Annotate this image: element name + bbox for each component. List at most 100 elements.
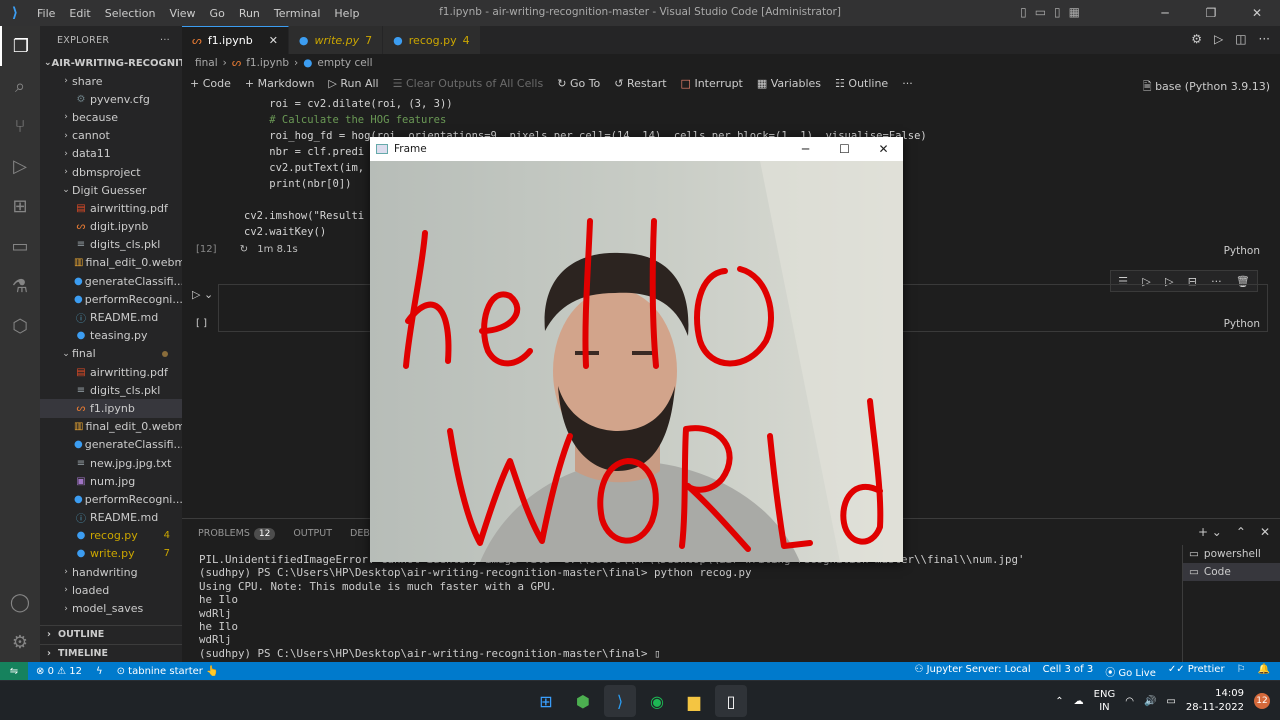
- tree-folder[interactable]: › cannot: [40, 127, 182, 145]
- run-icon[interactable]: ▷: [1214, 32, 1223, 46]
- terminal-instance[interactable]: ▭ powershell: [1183, 545, 1280, 563]
- menu-go[interactable]: Go: [203, 7, 232, 20]
- tree-file[interactable]: ● recog.py 4: [40, 527, 182, 545]
- breadcrumb-folder[interactable]: final: [195, 57, 218, 69]
- tree-file[interactable]: ⚙ pyvenv.cfg: [40, 90, 182, 108]
- tree-folder[interactable]: › dbmsproject: [40, 163, 182, 181]
- menu-run[interactable]: Run: [232, 7, 267, 20]
- add-markdown-button[interactable]: + Markdown: [245, 77, 315, 90]
- settings-gear-icon[interactable]: ⚙: [0, 622, 40, 662]
- tree-file[interactable]: ● generateClassifi...: [40, 436, 182, 454]
- tree-folder[interactable]: › loaded: [40, 581, 182, 599]
- volume-icon[interactable]: 🔊: [1144, 696, 1156, 707]
- add-code-button[interactable]: + Code: [190, 77, 231, 90]
- windows-start-icon[interactable]: ⊞: [530, 685, 562, 717]
- toolbar-more-button[interactable]: ···: [902, 77, 913, 90]
- tree-file[interactable]: ▣ num.jpg: [40, 472, 182, 490]
- tree-folder[interactable]: › because: [40, 108, 182, 126]
- run-debug-icon[interactable]: ▷: [0, 146, 40, 186]
- close-button[interactable]: ✕: [1234, 0, 1280, 26]
- tree-folder[interactable]: › share: [40, 72, 182, 90]
- clear-outputs-button[interactable]: ☰ Clear Outputs of All Cells: [393, 77, 544, 90]
- menu-help[interactable]: Help: [327, 7, 366, 20]
- jupyter-icon[interactable]: ⬡: [0, 306, 40, 346]
- tree-folder[interactable]: › model_saves: [40, 599, 182, 617]
- cell-language-label[interactable]: Python: [1224, 245, 1260, 257]
- outline-button[interactable]: ☷ Outline: [835, 77, 888, 90]
- close-tab-icon[interactable]: ✕: [269, 34, 278, 47]
- cloud-icon[interactable]: ☁: [1074, 696, 1084, 707]
- customize-layout-icon[interactable]: ▦: [1069, 5, 1080, 19]
- variables-button[interactable]: ▦ Variables: [757, 77, 821, 90]
- maximize-panel-icon[interactable]: ⌃: [1236, 525, 1246, 539]
- frame-minimize-button[interactable]: ─: [786, 137, 825, 161]
- toggle-panel-icon[interactable]: ▭: [1035, 5, 1046, 19]
- tab-write-py[interactable]: ● write.py 7: [288, 26, 384, 54]
- tree-file[interactable]: ● performRecogni...: [40, 290, 182, 308]
- problems-tab[interactable]: PROBLEMS 12: [198, 527, 276, 540]
- run-all-button[interactable]: ▷ Run All: [328, 77, 378, 90]
- remote-icon[interactable]: ⇋: [0, 662, 28, 680]
- breadcrumb-cell[interactable]: empty cell: [317, 57, 372, 69]
- timeline-section[interactable]: › TIMELINE: [40, 644, 182, 662]
- tree-file[interactable]: ● performRecogni...: [40, 490, 182, 508]
- bell-icon[interactable]: 🔔: [1258, 664, 1270, 679]
- account-icon[interactable]: ◯: [0, 582, 40, 622]
- tabnine-status[interactable]: ⊙ tabnine starter 👆: [117, 666, 219, 677]
- tree-file[interactable]: ⓘ README.md: [40, 308, 182, 326]
- tree-file[interactable]: ▥ final_edit_0.webm: [40, 254, 182, 272]
- toggle-secondary-sidebar-icon[interactable]: ▯: [1054, 5, 1061, 19]
- tree-file[interactable]: ▥ final_edit_0.webm: [40, 418, 182, 436]
- prettier-status[interactable]: ✓✓ Prettier: [1168, 664, 1225, 679]
- tree-file[interactable]: ≡ digits_cls.pkl: [40, 236, 182, 254]
- lightning-icon[interactable]: ϟ: [96, 666, 103, 677]
- wifi-icon[interactable]: ◠: [1125, 696, 1134, 707]
- search-icon[interactable]: ⌕: [0, 66, 40, 106]
- toggle-sidebar-icon[interactable]: ▯: [1020, 5, 1027, 19]
- menu-terminal[interactable]: Terminal: [267, 7, 328, 20]
- file-explorer-icon[interactable]: ▆: [678, 685, 710, 717]
- run-cell-button[interactable]: ▷ ⌄: [192, 288, 213, 301]
- restart-button[interactable]: ↺ Restart: [614, 77, 666, 90]
- project-root[interactable]: ⌄ AIR-WRITING-RECOGNITI...: [40, 54, 182, 72]
- notification-badge[interactable]: 12: [1254, 693, 1270, 709]
- tree-file[interactable]: ≡ digits_cls.pkl: [40, 381, 182, 399]
- tree-folder[interactable]: ⌄ final: [40, 345, 182, 363]
- outline-section[interactable]: › OUTLINE: [40, 625, 182, 643]
- terminal-instance[interactable]: ▭ Code: [1183, 563, 1280, 581]
- tree-folder[interactable]: ⌄ Digit Guesser: [40, 181, 182, 199]
- frame-title-bar[interactable]: Frame ─ ☐ ✕: [370, 137, 903, 161]
- feedback-icon[interactable]: ⚐: [1237, 664, 1246, 679]
- language-indicator[interactable]: ENG IN: [1094, 688, 1116, 714]
- tree-file[interactable]: ⓘ README.md: [40, 509, 182, 527]
- source-control-icon[interactable]: ⑂: [0, 106, 40, 146]
- anaconda-icon[interactable]: ⬢: [567, 685, 599, 717]
- breadcrumb-file[interactable]: f1.ipynb: [246, 57, 289, 69]
- tree-file[interactable]: ≡ new.jpg.jpg.txt: [40, 454, 182, 472]
- tree-file[interactable]: ● teasing.py: [40, 327, 182, 345]
- remote-explorer-icon[interactable]: ▭: [0, 226, 40, 266]
- spotify-icon[interactable]: ◉: [641, 685, 673, 717]
- tray-chevron-icon[interactable]: ⌃: [1055, 696, 1063, 707]
- maximize-button[interactable]: ❐: [1188, 0, 1234, 26]
- tab-f1-ipynb[interactable]: ᔕ f1.ipynb ✕: [182, 26, 289, 54]
- tree-file[interactable]: ● generateClassifi...: [40, 272, 182, 290]
- jupyter-server-status[interactable]: ⚇ Jupyter Server: Local: [914, 664, 1030, 679]
- tree-file[interactable]: ᔕ f1.ipynb: [40, 399, 182, 418]
- close-panel-icon[interactable]: ✕: [1260, 525, 1270, 539]
- tree-folder[interactable]: › handwriting: [40, 563, 182, 581]
- new-terminal-icon[interactable]: + ⌄: [1198, 525, 1222, 539]
- vscode-taskbar-icon[interactable]: ⟩: [604, 685, 636, 717]
- testing-icon[interactable]: ⚗: [0, 266, 40, 306]
- more-actions-icon[interactable]: ···: [1259, 32, 1270, 46]
- explorer-icon[interactable]: ❐: [0, 26, 40, 66]
- clock[interactable]: 14:09 28-11-2022: [1186, 687, 1244, 715]
- problems-status[interactable]: ⊗ 0 ⚠ 12: [36, 666, 82, 677]
- cell-position-status[interactable]: Cell 3 of 3: [1043, 664, 1094, 679]
- menu-selection[interactable]: Selection: [98, 7, 163, 20]
- menu-file[interactable]: File: [30, 7, 62, 20]
- tree-file[interactable]: ▤ airwritting.pdf: [40, 363, 182, 381]
- tree-file[interactable]: ● write.py 7: [40, 545, 182, 563]
- frame-close-button[interactable]: ✕: [864, 137, 903, 161]
- opencv-frame-window[interactable]: Frame ─ ☐ ✕: [370, 137, 903, 562]
